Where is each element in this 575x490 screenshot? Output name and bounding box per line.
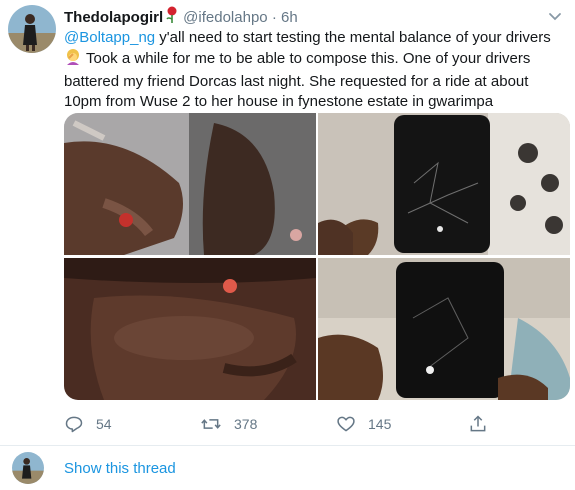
- show-thread-link[interactable]: Show this thread: [64, 460, 176, 477]
- reply-button[interactable]: 54: [64, 412, 112, 436]
- photo-3[interactable]: [64, 258, 316, 400]
- display-name[interactable]: Thedolapogirl: [64, 9, 163, 26]
- media-grid[interactable]: [64, 113, 570, 400]
- like-icon: [337, 416, 355, 432]
- share-icon: [470, 415, 486, 432]
- avatar[interactable]: [8, 5, 56, 53]
- like-count: 145: [368, 416, 392, 432]
- retweet-count: 378: [234, 416, 258, 432]
- timestamp[interactable]: 6h: [281, 9, 298, 26]
- photo-2[interactable]: [318, 113, 570, 255]
- tweet-header: Thedolapogirl @ifedolahpo · 6h: [64, 6, 298, 30]
- retweet-button[interactable]: 378: [200, 412, 257, 436]
- woman-facepalming-emoji-icon: [64, 48, 82, 72]
- reply-icon: [65, 416, 83, 433]
- separator-dot: ·: [271, 9, 277, 26]
- media-divider-horizontal: [64, 255, 570, 258]
- mention-link[interactable]: @Boltapp_ng: [64, 29, 155, 46]
- tweet[interactable]: Thedolapogirl @ifedolahpo · 6h @Boltapp_n…: [0, 0, 575, 446]
- tweet-text-body: Took a while for me to be able to compos…: [64, 50, 531, 110]
- rose-emoji-icon: [165, 6, 179, 30]
- retweet-icon: [201, 419, 221, 429]
- share-button[interactable]: [468, 412, 500, 436]
- tweet-text: @Boltapp_ng y'all need to start testing …: [64, 28, 564, 112]
- like-button[interactable]: 145: [336, 412, 391, 436]
- photo-4[interactable]: [318, 258, 570, 400]
- thread-avatar[interactable]: [12, 452, 44, 484]
- tweet-actions: 54 378 145: [64, 412, 544, 436]
- reply-count: 54: [96, 416, 112, 432]
- caret-down-icon[interactable]: [547, 8, 563, 24]
- photo-1[interactable]: [64, 113, 316, 255]
- tweet-text-line1: y'all need to start testing the mental b…: [155, 29, 551, 46]
- handle[interactable]: @ifedolahpo: [183, 9, 267, 26]
